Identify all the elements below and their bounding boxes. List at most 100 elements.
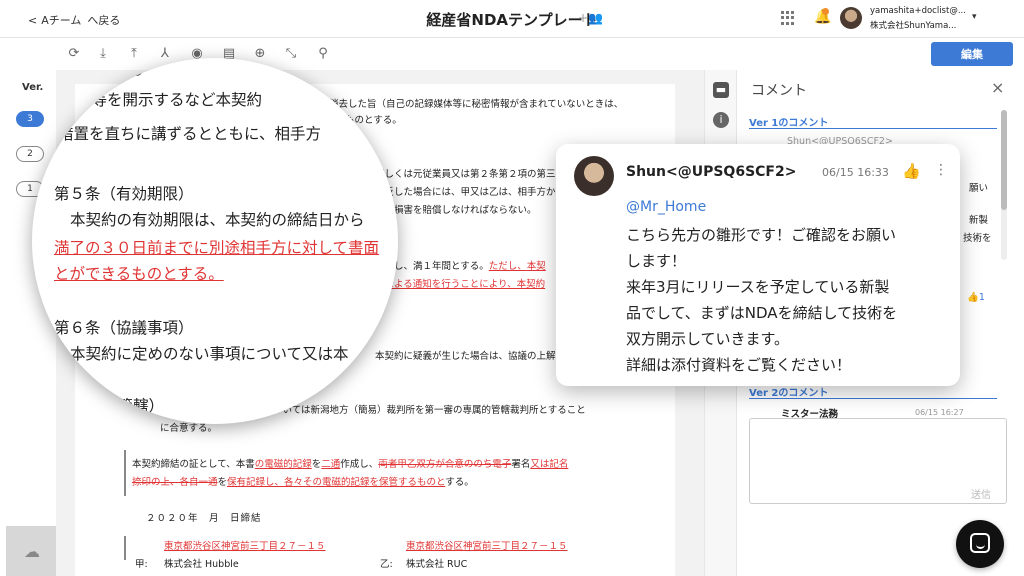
comment-text-line: 詳細は添付資料をご覧ください！: [626, 356, 852, 374]
text-span: 本契約締結の証として、本書: [132, 459, 255, 470]
version-3-pill[interactable]: 3: [16, 111, 44, 127]
apps-grid-icon[interactable]: [781, 11, 795, 25]
zoom-in-icon[interactable]: ⊕: [252, 46, 268, 62]
comment-text-line: こちら先方の雛形です！ご確認をお願い: [626, 226, 897, 244]
text-span: 署名: [511, 459, 531, 470]
magnified-line: とができるものとする。: [54, 265, 224, 283]
upload-area[interactable]: ☁: [6, 526, 56, 576]
comment-author: Shun<@UPSQ6SCF2>: [626, 164, 797, 180]
comment-text-line: 来年3月にリリースを予定している新製: [626, 278, 890, 296]
doc-line: 本契約締結の証として、本書の電磁的記録を二通作成し、両者甲乙双方が合意ののち電子…: [132, 456, 568, 470]
magnifier-lens: 、中右し 報等を開示するなど本契約 措置を直ちに講ずるとともに、相手方 第５条（…: [32, 58, 398, 424]
comment-text-line: 双方開示していきます。: [626, 330, 790, 348]
doc-line: 若しくは元従業員又は第２条第２項の第三者: [375, 169, 566, 180]
info-icon[interactable]: i: [713, 112, 729, 128]
comment-text-line: 品でして、まずはNDAを締結して技術を: [626, 304, 898, 322]
divider: [749, 398, 997, 399]
text-span: を: [311, 459, 322, 470]
comment-popup: Shun<@UPSQ6SCF2> 06/15 16:33 👍 ⋮ @Mr_Hom…: [556, 144, 960, 386]
doc-line: 株式会社 Hubble: [164, 559, 239, 570]
search-icon[interactable]: ⚲: [315, 46, 331, 62]
compress-icon[interactable]: ⤡: [283, 46, 299, 62]
doc-line: 違反した場合には、甲又は乙は、相手方か: [375, 187, 556, 198]
doc-line: 起算し、満１年間とする。ただし、本契: [375, 258, 546, 272]
doc-line: 東京都渋谷区神宮前三丁目２７－１５: [164, 538, 326, 552]
ver2-comments-label: Ver 2のコメント: [749, 388, 829, 399]
doc-line: 甲:: [135, 559, 148, 570]
text-span: 作成し、: [340, 459, 379, 470]
back-team-label: Aチーム: [41, 14, 82, 27]
version-2-pill[interactable]: 2: [16, 146, 44, 162]
user-org: 株式会社ShunYama...: [870, 21, 957, 31]
merge-icon[interactable]: ⅄: [157, 46, 173, 62]
magnified-article-5: 第５条（有効期限）: [54, 185, 194, 203]
magnified-article-6: 第６条（協議事項）: [54, 319, 194, 337]
doc-line: 本契約に疑義が生じた場合は、協議の上解決: [375, 351, 566, 362]
version-label: Ver.: [22, 82, 44, 93]
renew-red: ただし、本契: [488, 261, 546, 272]
edit-button[interactable]: 編集: [931, 42, 1013, 66]
add-member-icon[interactable]: +👥: [578, 11, 603, 25]
doc-line: 乙:: [380, 559, 393, 570]
more-menu-icon[interactable]: ⋮: [934, 162, 948, 178]
chat-icon: [970, 533, 990, 553]
send-button[interactable]: 送信: [971, 486, 991, 501]
text-span: 両者甲乙双方が合意ののち電子: [378, 459, 512, 470]
account-caret-icon[interactable]: ▾: [972, 12, 977, 22]
change-bar: [124, 450, 126, 496]
refresh-icon[interactable]: ⟳: [66, 46, 82, 62]
ver1-comments-label: Ver 1のコメント: [749, 118, 829, 129]
text-span: 記録し、各々その電磁的記録を保管するものと: [246, 477, 446, 488]
magnified-line: 本契約の有効期限は、本契約の締結日から: [70, 211, 365, 229]
comment-icon[interactable]: ▬: [713, 82, 729, 98]
like-count[interactable]: 👍1: [967, 292, 985, 303]
magnified-line: 措置を直ちに講ずるとともに、相手方: [58, 125, 322, 143]
doc-line: ついては新潟地方（簡易）裁判所を第一審の専属的管轄裁判所とすること: [273, 405, 586, 416]
text-span: 東京都渋谷区神宮前三丁目２７－１５: [164, 541, 326, 552]
change-bar: [124, 536, 126, 560]
text-span: を: [217, 477, 228, 488]
close-icon[interactable]: ×: [991, 78, 1004, 97]
doc-line: 東京都渋谷区神宮前三丁目２７－１５: [406, 538, 568, 552]
doc-line: じた損害を賠償しなければならない。: [375, 205, 537, 216]
text-span: 東京都渋谷区神宮前三丁目２７－１５: [406, 541, 568, 552]
top-bar: < Aチーム へ戻る 経産省NDAテンプレート +👥 🔔 yamashita+doc…: [0, 0, 1024, 38]
comment-snippet: 新製: [969, 215, 989, 226]
back-link[interactable]: < Aチーム へ戻る: [28, 12, 120, 28]
doc-line: ２０２０年 月 日締結: [146, 513, 262, 524]
magnified-line: 本契約に定めのない事項について又は本: [70, 345, 349, 363]
doc-line: 株式会社 RUC: [406, 559, 468, 570]
chevron-left-icon: <: [28, 14, 38, 27]
avatar[interactable]: [840, 7, 862, 29]
magnified-line: 満了の３０日前までに別途相手方に対して書面: [54, 239, 380, 257]
scrollbar-thumb[interactable]: [1001, 110, 1007, 210]
text-span: 保有: [227, 477, 247, 488]
text-span: の電磁的記録: [254, 459, 312, 470]
cloud-upload-icon: ☁: [24, 542, 40, 561]
renew-red-2: 面による通知を行うことにより、本契約: [375, 279, 546, 290]
text-span: 捺印の上、各自一通: [132, 477, 218, 488]
text-span: する。: [445, 477, 474, 488]
text-span: 二通: [321, 459, 341, 470]
divider: [749, 128, 997, 129]
version-sidebar: Ver. 3 2 1: [0, 70, 56, 576]
magnified-line: 、中右し: [82, 61, 145, 79]
doc-line: 消去した旨（自己の記録媒体等に秘密情報が含まれていないときは、: [329, 99, 624, 110]
avatar: [574, 156, 614, 196]
magnified-article-7: （管轄）: [102, 397, 165, 415]
comment-time: 06/15 16:27: [915, 408, 964, 417]
comment-text-line: します！: [626, 252, 687, 270]
comment-snippet: 願い: [969, 183, 989, 194]
doc-line: 捺印の上、各自一通を保有記録し、各々その電磁的記録を保管するものとする。: [132, 474, 474, 488]
back-label: へ戻る: [87, 14, 121, 27]
comment-mention[interactable]: @Mr_Home: [626, 199, 706, 215]
comment-snippet: 技術を: [963, 233, 992, 244]
chat-launcher-button[interactable]: [956, 520, 1004, 568]
reply-input[interactable]: [749, 418, 1007, 504]
thumbs-up-icon[interactable]: 👍: [902, 162, 921, 180]
magnified-line: 報等を開示するなど本契約: [76, 91, 263, 109]
notification-dot: [822, 8, 829, 15]
doc-line: 面による通知を行うことにより、本契約: [375, 276, 545, 290]
comment-time: 06/15 16:33: [822, 166, 889, 179]
comments-title: コメント: [751, 83, 807, 99]
